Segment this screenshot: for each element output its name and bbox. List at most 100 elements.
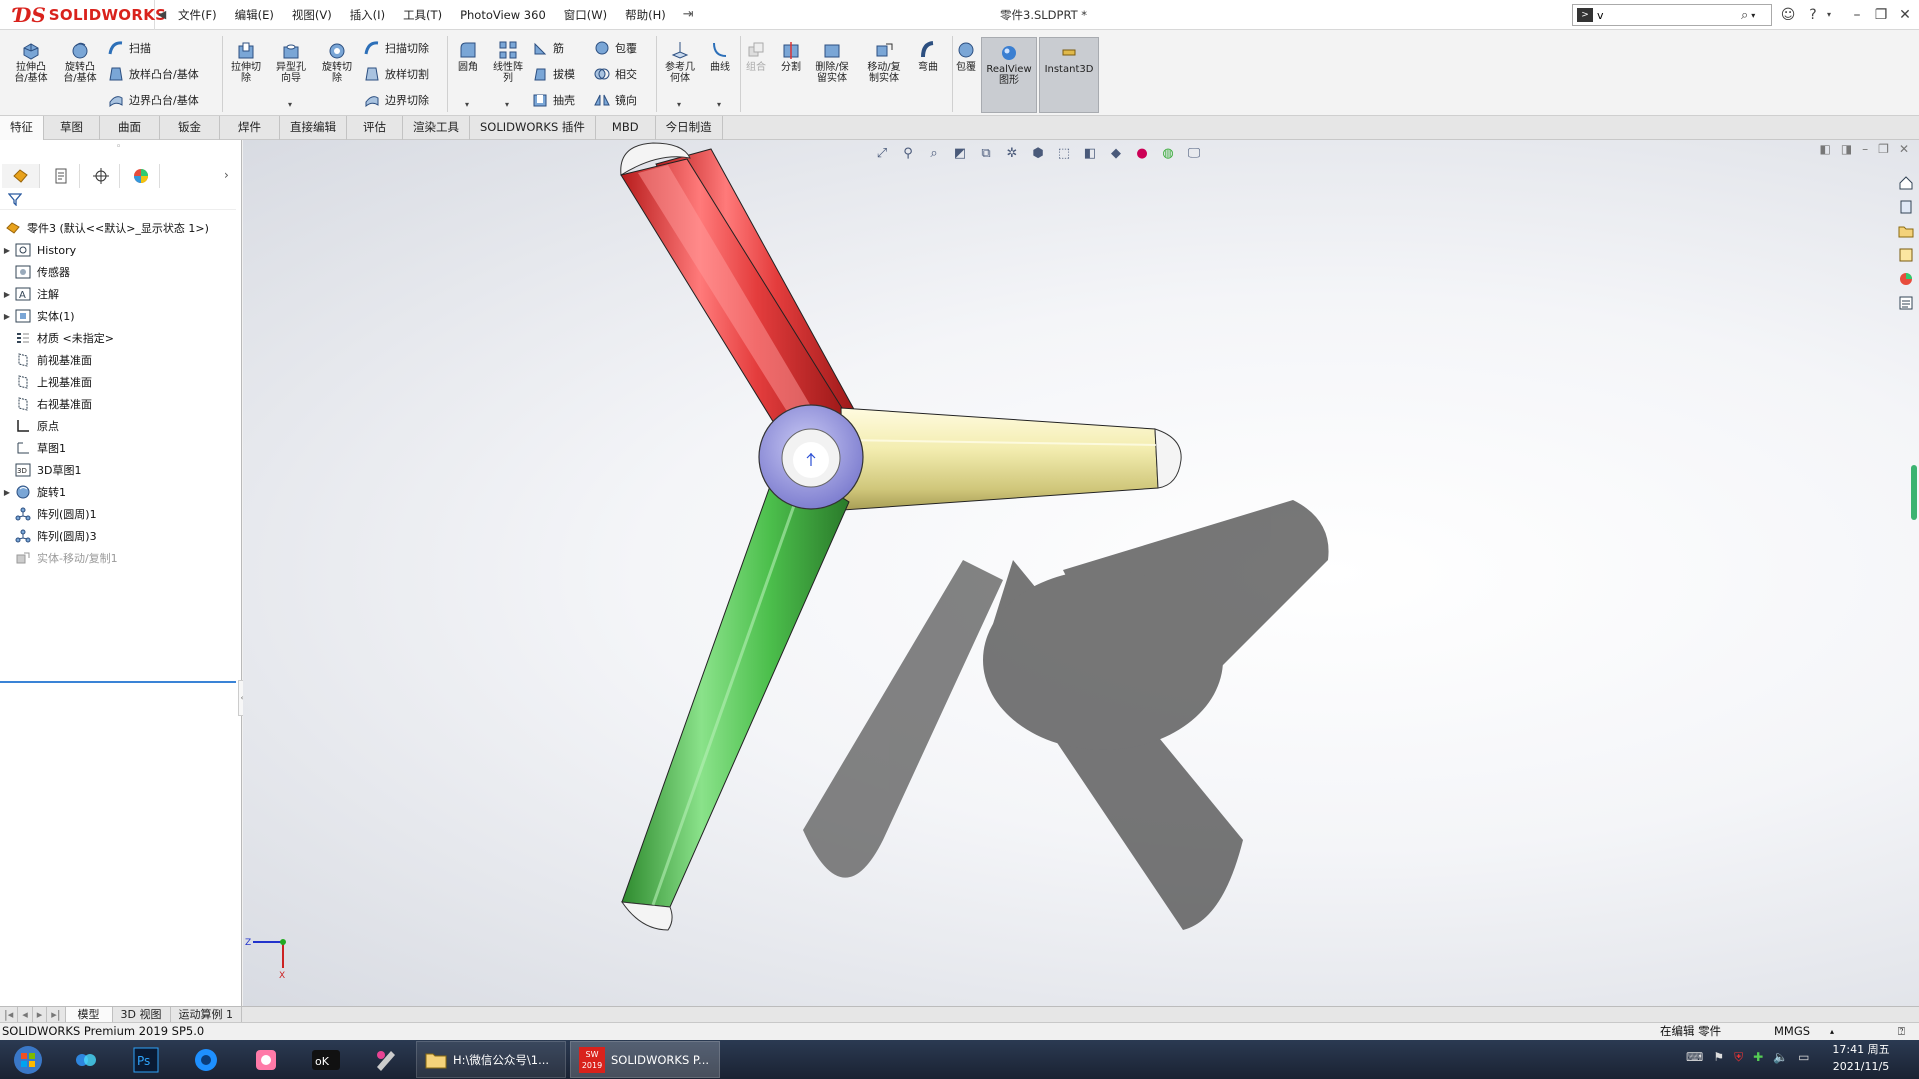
tab-sheet-metal[interactable]: 钣金: [160, 116, 220, 140]
green-arm[interactable]: [620, 457, 850, 931]
center-hub[interactable]: [758, 404, 864, 510]
tab-render-tools[interactable]: 渲染工具: [403, 116, 470, 140]
taskbar-photoshop-icon[interactable]: Ps: [116, 1041, 176, 1078]
expand-arrow-icon[interactable]: ▶: [0, 488, 14, 497]
search-dropdown-icon[interactable]: ▾: [1751, 11, 1755, 20]
tree-filter-row[interactable]: [0, 188, 236, 210]
rib-button[interactable]: 筋: [532, 38, 564, 58]
help-dropdown-icon[interactable]: ▾: [1818, 0, 1840, 30]
nav-next-icon[interactable]: ▸: [33, 1007, 48, 1022]
expand-arrow-icon[interactable]: ▶: [0, 246, 14, 255]
menu-tools[interactable]: 工具(T): [394, 7, 451, 23]
tab-configuration-manager[interactable]: [82, 164, 120, 188]
tree-item[interactable]: 阵列(圆周)1: [0, 504, 97, 524]
menu-collapse-arrow-icon[interactable]: ◀: [155, 8, 169, 21]
tree-item[interactable]: 传感器: [0, 262, 70, 282]
tray-keyboard-icon[interactable]: ⌨: [1686, 1050, 1703, 1065]
tree-item[interactable]: 阵列(圆周)3: [0, 526, 97, 546]
linear-pattern-button[interactable]: 线性阵 列: [486, 40, 530, 84]
restore-icon[interactable]: ❐: [1870, 0, 1892, 30]
menu-photoview[interactable]: PhotoView 360: [451, 8, 555, 22]
intersect-button[interactable]: 相交: [594, 64, 637, 84]
tab-features[interactable]: 特征: [0, 116, 44, 140]
revolve-boss-button[interactable]: 旋转凸 台/基体: [58, 40, 102, 84]
taskbar-paint-icon[interactable]: [356, 1041, 416, 1078]
close-icon[interactable]: ✕: [1894, 0, 1916, 30]
units-dropdown-icon[interactable]: ▴: [1830, 1023, 1834, 1040]
hole-wizard-button[interactable]: 异型孔 向导: [269, 40, 313, 84]
tree-item[interactable]: ▶ History: [0, 240, 76, 260]
search-box[interactable]: > ⌕ ▾: [1572, 4, 1772, 26]
tray-app-icon[interactable]: ✚: [1753, 1050, 1763, 1065]
menu-view[interactable]: 视图(V): [283, 7, 341, 23]
tab-mbd[interactable]: MBD: [596, 116, 656, 140]
status-help-icon[interactable]: ⍰: [1898, 1023, 1905, 1040]
rollback-bar[interactable]: [0, 681, 236, 683]
tab-display-manager[interactable]: [122, 164, 160, 188]
fillet-button[interactable]: 圆角: [446, 40, 490, 73]
user-icon[interactable]: ☺: [1777, 0, 1799, 30]
tab-weldments[interactable]: 焊件: [220, 116, 280, 140]
sweep-button[interactable]: 扫描: [108, 38, 151, 58]
boundary-boss-button[interactable]: 边界凸台/基体: [108, 90, 199, 110]
taskbar-folder-window[interactable]: H:\微信公众号\1...: [416, 1041, 566, 1078]
taskbar-clock[interactable]: 17:41 周五 2021/11/5: [1821, 1041, 1901, 1075]
hole-wizard-dropdown-icon[interactable]: ▾: [288, 100, 292, 109]
split-button[interactable]: 分割: [769, 40, 813, 73]
tree-item[interactable]: 右视基准面: [0, 394, 92, 414]
menu-file[interactable]: 文件(F): [169, 7, 226, 23]
tab-manufacturing[interactable]: 今日制造: [656, 116, 723, 140]
extrude-boss-button[interactable]: 拉伸凸 台/基体: [9, 40, 53, 84]
panel-expand-arrow-icon[interactable]: ›: [224, 168, 229, 182]
design-library-icon[interactable]: [1895, 196, 1917, 218]
taskbar-solidworks-window[interactable]: SW 2019 SOLIDWORKS P...: [570, 1041, 720, 1078]
tree-item[interactable]: 实体-移动/复制1: [0, 548, 118, 568]
search-input[interactable]: [1597, 8, 1737, 22]
panel-grip-icon[interactable]: ◦: [116, 142, 121, 152]
tray-security-icon[interactable]: ⛨: [1734, 1050, 1743, 1065]
instant3d-button[interactable]: Instant3D: [1039, 37, 1099, 113]
linear-pattern-dropdown-icon[interactable]: ▾: [505, 100, 509, 109]
nav-prev-icon[interactable]: ◂: [18, 1007, 33, 1022]
taskbar-app-photos-icon[interactable]: [56, 1041, 116, 1078]
tree-item[interactable]: 3D 3D草图1: [0, 460, 81, 480]
tab-motion-study[interactable]: 运动算例 1: [171, 1007, 242, 1022]
taskbar-browser-icon[interactable]: [236, 1041, 296, 1078]
tab-evaluate[interactable]: 评估: [347, 116, 403, 140]
tray-flag-icon[interactable]: ⚑: [1713, 1050, 1724, 1065]
appearances-icon[interactable]: [1895, 268, 1917, 290]
filter-icon[interactable]: [8, 192, 22, 206]
tab-feature-tree[interactable]: [2, 164, 40, 188]
solidworks-logo[interactable]: ƊS SOLIDWORKS: [0, 0, 166, 30]
task-pane-slider[interactable]: [1911, 465, 1917, 520]
realview-button[interactable]: RealView 图形: [981, 37, 1037, 113]
tree-item[interactable]: 原点: [0, 416, 59, 436]
file-explorer-icon[interactable]: [1895, 220, 1917, 242]
tree-item[interactable]: 材质 <未指定>: [0, 328, 114, 348]
move-copy-body-button[interactable]: 移动/复 制实体: [862, 40, 906, 84]
home-icon[interactable]: [1895, 172, 1917, 194]
custom-properties-icon[interactable]: [1895, 292, 1917, 314]
tab-direct-editing[interactable]: 直接编辑: [280, 116, 347, 140]
shell-button[interactable]: 抽壳: [532, 90, 575, 110]
tree-item[interactable]: ▶ 实体(1): [0, 306, 75, 326]
lofted-cut-button[interactable]: 放样切割: [364, 64, 429, 84]
tree-item[interactable]: 草图1: [0, 438, 66, 458]
tab-property-manager[interactable]: [42, 164, 80, 188]
menu-edit[interactable]: 编辑(E): [226, 7, 283, 23]
taskbar-edge-icon[interactable]: [176, 1041, 236, 1078]
expand-arrow-icon[interactable]: ▶: [0, 290, 14, 299]
tray-volume-icon[interactable]: 🔈: [1773, 1050, 1788, 1065]
nav-last-icon[interactable]: ▸|: [47, 1007, 66, 1022]
menu-window[interactable]: 窗口(W): [555, 7, 616, 23]
reference-geometry-button[interactable]: 参考几 何体: [658, 40, 702, 84]
draft-button[interactable]: 拔模: [532, 64, 575, 84]
loft-boss-button[interactable]: 放样凸台/基体: [108, 64, 199, 84]
view-palette-icon[interactable]: [1895, 244, 1917, 266]
delete-keep-body-button[interactable]: 删除/保 留实体: [810, 40, 854, 84]
curves-dropdown-icon[interactable]: ▾: [717, 100, 721, 109]
pin-menu-icon[interactable]: ⇥: [675, 7, 702, 22]
mirror-button[interactable]: 镜向: [594, 90, 637, 110]
taskbar-ok-icon[interactable]: oK: [296, 1041, 356, 1078]
boundary-cut-button[interactable]: 边界切除: [364, 90, 429, 110]
